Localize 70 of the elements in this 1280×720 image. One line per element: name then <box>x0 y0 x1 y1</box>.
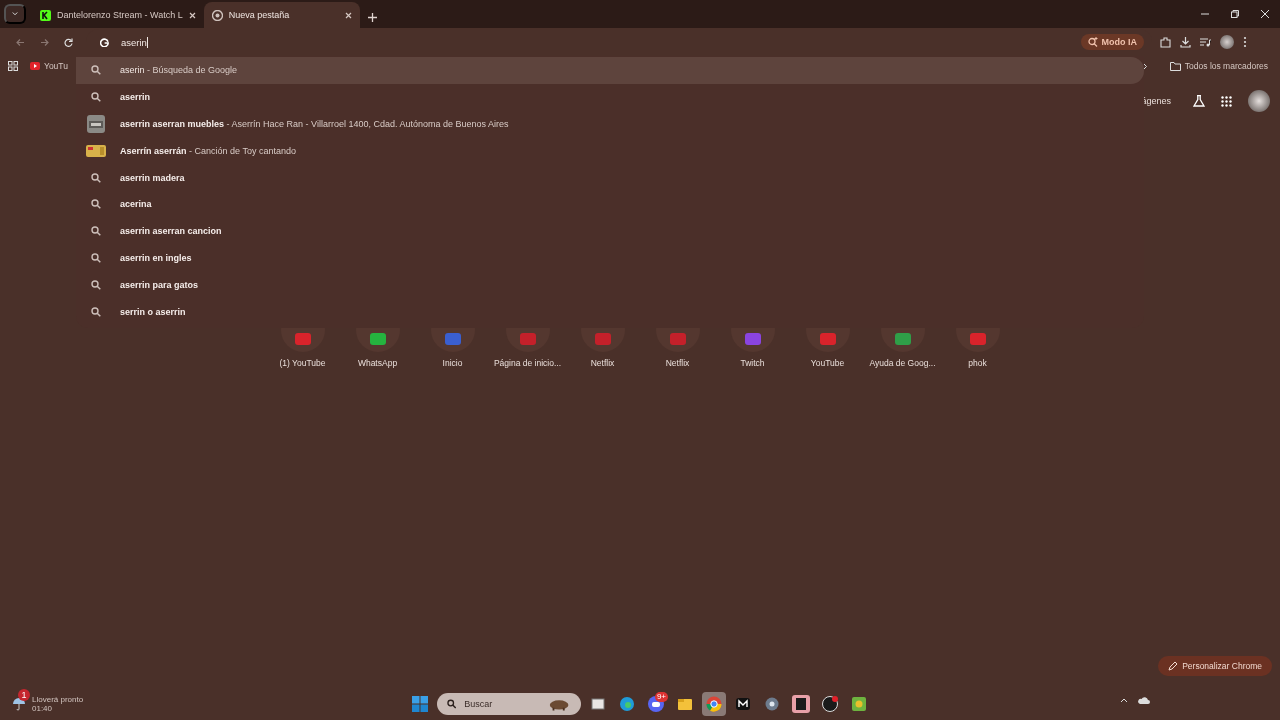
cloud-icon[interactable] <box>1138 697 1150 705</box>
pencil-icon <box>1168 661 1178 671</box>
flask-icon[interactable] <box>1193 95 1205 107</box>
weather-time: 01:40 <box>32 704 54 713</box>
close-icon[interactable] <box>188 11 196 19</box>
download-icon[interactable] <box>1180 36 1191 48</box>
restore-icon[interactable] <box>1231 10 1239 18</box>
notification-badge: 9+ <box>654 692 668 702</box>
media-list-icon[interactable] <box>1200 36 1211 48</box>
search-icon <box>91 252 101 263</box>
new-tab-icon[interactable] <box>367 13 377 22</box>
search-icon <box>91 172 101 183</box>
close-icon[interactable] <box>344 11 352 19</box>
taskbar-app[interactable]: 9+ <box>644 692 668 716</box>
minimize-icon[interactable] <box>1201 10 1209 18</box>
search-sparkle-icon <box>1087 37 1098 47</box>
notification-badge: 1 <box>18 689 30 701</box>
search-icon <box>91 306 101 317</box>
suggestion-item[interactable]: aserrin para gatos <box>76 271 1144 299</box>
browser-tab[interactable]: Dantelorenzo Stream - Watch L <box>32 2 204 28</box>
music-card-thumbnail <box>86 144 106 157</box>
search-icon <box>91 92 101 103</box>
ai-mode-button[interactable]: Modo IA <box>1080 34 1144 50</box>
close-icon[interactable] <box>1261 10 1269 18</box>
k-logo-icon <box>40 9 51 21</box>
suggestion-item[interactable]: aserrin <box>76 83 1144 111</box>
browser-tab[interactable]: Nueva pestaña <box>203 2 360 28</box>
suggestion-item[interactable]: aserin - Búsqueda de Google <box>76 57 1144 84</box>
back-icon[interactable] <box>15 37 25 47</box>
settings-app-icon <box>763 695 781 713</box>
bookmark[interactable]: YouTu <box>30 61 68 71</box>
suggestion-item[interactable]: serrin o aserrin <box>76 298 1144 325</box>
weather-title: Lloverá pronto <box>32 695 84 704</box>
tab-list-button[interactable] <box>4 4 26 24</box>
apps-grid-icon[interactable] <box>1221 95 1232 107</box>
google-g-icon <box>100 37 109 47</box>
windows-logo-icon <box>412 696 428 712</box>
search-icon <box>91 65 101 76</box>
customize-chrome-button[interactable]: Personalizar Chrome <box>1158 656 1272 676</box>
suggestion-item[interactable]: aserrin en ingles <box>76 244 1144 272</box>
taskbar-search-button[interactable]: Buscar <box>437 693 581 715</box>
suggestion-item[interactable]: acerina <box>76 191 1144 218</box>
taskbar-app[interactable] <box>789 692 813 716</box>
search-icon <box>91 226 101 237</box>
chevron-down-icon <box>12 11 18 17</box>
apps-icon[interactable] <box>8 61 18 71</box>
suggestion-item[interactable]: aserrin aserran muebles - Aserrín Hace Ran - Villarroel 1400, Cdad. Autónoma de Buenos Aires <box>76 110 1144 138</box>
forward-icon[interactable] <box>39 37 49 47</box>
umbrella-icon <box>12 697 26 711</box>
suggestion-item[interactable]: aserrin aserran cancion <box>76 217 1144 245</box>
chrome-logo-icon <box>211 9 223 21</box>
play-logo-icon <box>30 62 40 70</box>
reload-icon[interactable] <box>63 37 73 47</box>
taskview-app-icon <box>589 695 607 713</box>
search-icon <box>91 279 101 290</box>
suggestion-item[interactable]: aserrin madera <box>76 164 1144 191</box>
storefront-thumbnail <box>87 115 105 133</box>
search-icon <box>91 199 101 210</box>
folder-icon <box>1169 61 1181 71</box>
suggestion-item[interactable]: Aserrín aserrán - Canción de Toy cantando <box>76 137 1144 165</box>
chrome-app-icon <box>705 695 723 713</box>
chevron-up-icon[interactable] <box>1120 697 1128 703</box>
search-icon <box>447 699 457 709</box>
extensions-icon[interactable] <box>1160 36 1171 48</box>
menu-icon[interactable] <box>1243 36 1247 48</box>
profile-avatar[interactable] <box>1220 35 1234 49</box>
all-bookmarks-button[interactable]: Todos los marcadores <box>1169 61 1268 71</box>
profile-avatar[interactable] <box>1248 90 1270 112</box>
address-text: aserin <box>121 36 147 48</box>
obs-app-icon <box>821 695 839 713</box>
